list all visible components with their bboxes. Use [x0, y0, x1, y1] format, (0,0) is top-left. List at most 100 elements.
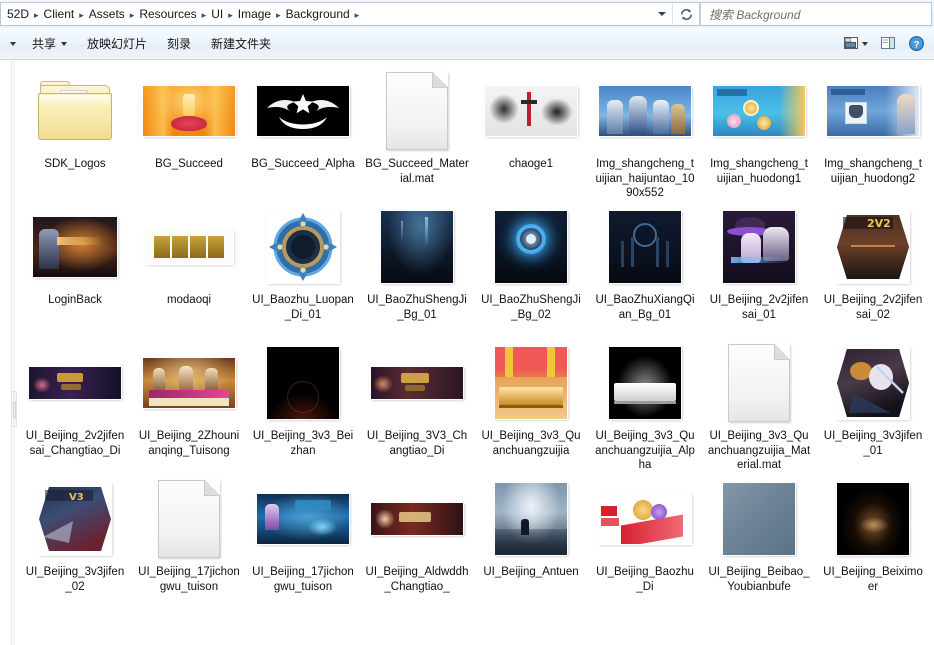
image-thumbnail — [495, 483, 567, 555]
image-thumbnail — [257, 494, 349, 544]
file-name-label: UI_Beijing_17jichongwu_tuison — [136, 565, 242, 594]
change-view-button[interactable] — [838, 33, 873, 54]
file-item[interactable]: UI_Beijing_Aldwddh_Changtiao_ — [360, 475, 474, 610]
file-item[interactable]: UI_Beijing_Antuen — [474, 475, 588, 610]
breadcrumb-separator-icon: ▸ — [129, 7, 136, 23]
file-name-label: UI_Baozhu_Luopan_Di_01 — [250, 293, 356, 322]
image-thumbnail — [29, 367, 121, 399]
breadcrumb-separator-icon: ▸ — [227, 7, 234, 23]
address-history-dropdown-button[interactable] — [653, 3, 671, 25]
share-menu-button[interactable]: 共享 — [22, 32, 77, 56]
breadcrumb-item-0[interactable]: 52D — [3, 4, 33, 24]
file-name-label: BG_Succeed_Alpha — [250, 157, 356, 172]
file-name-label: Img_shangcheng_tuijian_haijuntao_1090x55… — [592, 157, 698, 201]
file-item[interactable]: UI_Beijing_2Zhounianqing_Tuisong — [132, 339, 246, 474]
thumbnail — [821, 67, 925, 155]
file-item[interactable]: UI_Beijing_3v3_Beizhan — [246, 339, 360, 474]
file-item[interactable]: UI_Beijing_17jichongwu_tuison — [246, 475, 360, 610]
file-item[interactable]: V3 UI_Beijing_3v3jifen_02 — [18, 475, 132, 610]
file-item[interactable]: UI_BaoZhuShengJi_Bg_01 — [360, 203, 474, 338]
file-item[interactable]: chaoge1 — [474, 67, 588, 202]
breadcrumb-item-4[interactable]: UI — [207, 4, 227, 24]
file-item[interactable]: UI_Beijing_2v2jifensai_01 — [702, 203, 816, 338]
file-item[interactable]: UI_Beijing_3v3_Quanchuangzuijia_Material… — [702, 339, 816, 474]
file-item[interactable]: UI_BaoZhuXiangQian_Bg_01 — [588, 203, 702, 338]
file-name-label: chaoge1 — [478, 157, 584, 172]
breadcrumb-item-3[interactable]: Resources — [135, 4, 200, 24]
file-item[interactable]: 2V2 UI_Beijing_2v2jifensai_02 — [816, 203, 930, 338]
thumbnail — [23, 203, 127, 291]
burn-button[interactable]: 刻录 — [157, 32, 201, 56]
file-item[interactable]: Img_shangcheng_tuijian_haijuntao_1090x55… — [588, 67, 702, 202]
file-item[interactable]: BG_Succeed_Alpha — [246, 67, 360, 202]
image-thumbnail — [33, 217, 117, 277]
search-input[interactable]: 搜索 Background — [709, 6, 800, 23]
file-item[interactable]: UI_Beijing_3v3jifen_01 — [816, 339, 930, 474]
thumbnail — [137, 67, 241, 155]
file-item[interactable]: UI_BaoZhuShengJi_Bg_02 — [474, 203, 588, 338]
file-item[interactable]: UI_Beijing_3V3_Changtiao_Di — [360, 339, 474, 474]
file-item[interactable]: UI_Baozhu_Luopan_Di_01 — [246, 203, 360, 338]
file-item[interactable]: SDK_Logos — [18, 67, 132, 202]
help-icon: ? — [908, 35, 925, 52]
file-name-label: UI_Beijing_17jichongwu_tuison — [250, 565, 356, 594]
slideshow-button[interactable]: 放映幻灯片 — [77, 32, 157, 56]
breadcrumb-item-5[interactable]: Image — [234, 4, 275, 24]
file-item[interactable]: UI_Beijing_Baozhu_Di — [588, 475, 702, 610]
image-thumbnail — [609, 211, 681, 283]
search-box[interactable]: 搜索 Background — [700, 2, 932, 26]
file-list-view[interactable]: SDK_Logos BG_Succeed — [0, 61, 934, 645]
file-item[interactable]: Img_shangcheng_tuijian_huodong2 — [816, 67, 930, 202]
thumbnail — [707, 203, 811, 291]
thumbnail — [593, 203, 697, 291]
help-button[interactable]: ? — [903, 32, 930, 55]
thumbnail — [23, 339, 127, 427]
file-item[interactable]: UI_Beijing_3v3_Quanchuangzuijia — [474, 339, 588, 474]
file-item[interactable]: BG_Succeed — [132, 67, 246, 202]
file-item[interactable]: UI_Beijing_Beibao_Youbianbufe — [702, 475, 816, 610]
breadcrumb-item-1[interactable]: Client — [40, 4, 79, 24]
file-item[interactable]: LoginBack — [18, 203, 132, 338]
new-folder-label: 新建文件夹 — [211, 36, 271, 52]
image-thumbnail — [827, 86, 919, 136]
thumbnail — [707, 475, 811, 563]
splitter-grip-handle[interactable] — [11, 391, 17, 427]
image-thumbnail — [723, 211, 795, 283]
chevron-down-icon — [61, 42, 67, 46]
thumbnail — [365, 67, 469, 155]
file-name-label: UI_Beijing_2Zhounianqing_Tuisong — [136, 429, 242, 458]
image-thumbnail — [371, 367, 463, 399]
thumbnail — [593, 67, 697, 155]
thumbnail: V3 — [23, 475, 127, 563]
breadcrumb-item-6[interactable]: Background — [282, 4, 354, 24]
new-folder-button[interactable]: 新建文件夹 — [201, 32, 281, 56]
hex-banner-art: 2V2 — [837, 211, 909, 283]
file-item[interactable]: UI_Beijing_Beiximoer — [816, 475, 930, 610]
thumbnail — [251, 339, 355, 427]
refresh-button[interactable] — [672, 2, 700, 26]
thumbnail — [365, 475, 469, 563]
organize-menu-button[interactable] — [4, 38, 22, 50]
file-icon — [158, 480, 220, 558]
image-thumbnail — [381, 211, 453, 283]
file-item[interactable]: BG_Succeed_Material.mat — [360, 67, 474, 202]
breadcrumb-bar[interactable]: 52D ▸ Client ▸ Assets ▸ Resources ▸ UI ▸… — [0, 2, 672, 26]
image-thumbnail — [143, 358, 235, 408]
file-name-label: UI_Beijing_3v3_Beizhan — [250, 429, 356, 458]
file-item[interactable]: modaoqi — [132, 203, 246, 338]
file-item[interactable]: UI_Beijing_17jichongwu_tuison — [132, 475, 246, 610]
file-name-label: UI_Beijing_3v3jifen_02 — [22, 565, 128, 594]
file-name-label: UI_Beijing_Aldwddh_Changtiao_ — [364, 565, 470, 594]
file-item[interactable]: Img_shangcheng_tuijian_huodong1 — [702, 67, 816, 202]
image-thumbnail — [145, 230, 233, 264]
preview-pane-button[interactable] — [875, 33, 901, 54]
svg-text:V3: V3 — [69, 492, 84, 503]
breadcrumb-separator-icon: ▸ — [78, 7, 85, 23]
file-grid: SDK_Logos BG_Succeed — [18, 61, 934, 645]
navigation-pane-splitter[interactable] — [11, 61, 16, 645]
image-thumbnail — [485, 86, 577, 136]
file-item[interactable]: UI_Beijing_3v3_Quanchuangzuijia_Alpha — [588, 339, 702, 474]
file-item[interactable]: UI_Beijing_2v2jifensai_Changtiao_Di — [18, 339, 132, 474]
thumbnail — [365, 339, 469, 427]
breadcrumb-item-2[interactable]: Assets — [85, 4, 129, 24]
